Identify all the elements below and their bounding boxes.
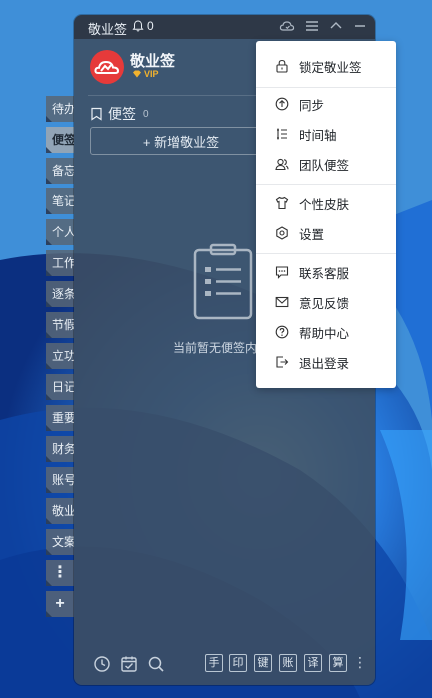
menu-item-sync[interactable]: 同步 (256, 90, 396, 118)
settings-icon (276, 226, 288, 240)
titlebar-controls (279, 18, 367, 34)
calendar-check-icon[interactable] (120, 655, 138, 673)
translate-tool-button[interactable]: 译 (304, 654, 322, 672)
bookmark-icon (91, 107, 102, 121)
add-note-button[interactable]: + 新增敬业签 (90, 127, 272, 155)
menu-separator (256, 253, 396, 254)
bell-icon (132, 20, 144, 32)
menu-separator (256, 87, 396, 88)
keyboard-tool-button[interactable]: 键 (254, 654, 272, 672)
section-header: 便签 0 (90, 104, 149, 124)
menu-item-help[interactable]: 帮助中心 (256, 318, 396, 346)
search-icon[interactable] (147, 655, 165, 673)
vip-label: VIP (144, 69, 159, 79)
menu-label: 时间轴 (299, 128, 337, 143)
menu-label: 设置 (299, 227, 325, 242)
tab-holiday[interactable]: 节假 (46, 312, 74, 338)
diamond-icon (133, 70, 141, 78)
calculator-tool-button[interactable]: 算 (329, 654, 347, 672)
tab-diary[interactable]: 日记 (46, 374, 74, 400)
cloud-sync-icon[interactable] (279, 18, 295, 34)
menu-label: 意见反馈 (299, 296, 350, 311)
menu-separator (256, 184, 396, 185)
print-tool-button[interactable]: 印 (229, 654, 247, 672)
mail-icon (275, 296, 289, 308)
team-icon (275, 158, 289, 171)
menu-label: 个性皮肤 (299, 197, 350, 212)
tab-work[interactable]: 工作 (46, 250, 74, 276)
menu-item-team[interactable]: 团队便签 (256, 150, 396, 178)
menu-label: 团队便签 (299, 158, 350, 173)
menu-label: 锁定敬业签 (299, 60, 362, 75)
profile-name: 敬业签 (130, 53, 176, 70)
logout-icon (276, 356, 289, 368)
menu-label: 联系客服 (299, 266, 350, 281)
lock-icon (276, 59, 288, 73)
tab-jingye[interactable]: 敬业 (46, 498, 74, 524)
collapse-icon[interactable] (329, 18, 343, 34)
tab-todo[interactable]: 待办 (46, 96, 74, 122)
tab-more-button[interactable]: ⋮ (46, 560, 74, 586)
title-bar: 敬业签 0 (74, 15, 375, 39)
tab-copywriting[interactable]: 文案 (46, 529, 74, 555)
bottom-toolbar: 手 印 键 账 译 算 ⋮ (74, 649, 375, 679)
tab-notebook[interactable]: 笔记 (46, 188, 74, 214)
tab-finance[interactable]: 财务 (46, 436, 74, 462)
tab-merit[interactable]: 立功 (46, 343, 74, 369)
tab-itemized[interactable]: 逐条 (46, 281, 74, 307)
menu-label: 帮助中心 (299, 326, 350, 341)
menu-item-skin[interactable]: 个性皮肤 (256, 189, 396, 217)
ledger-tool-button[interactable]: 账 (279, 654, 297, 672)
chat-icon (275, 266, 289, 279)
handwriting-tool-button[interactable]: 手 (205, 654, 223, 672)
menu-label: 同步 (299, 98, 325, 113)
skin-icon (275, 196, 289, 210)
empty-message: 当前暂无便签内容 (173, 341, 270, 355)
section-count: 0 (143, 108, 149, 120)
clipboard-icon (193, 243, 253, 320)
menu-item-lock[interactable]: 锁定敬业签 (256, 52, 396, 80)
menu-item-support[interactable]: 联系客服 (256, 258, 396, 286)
menu-item-logout[interactable]: 退出登录 (256, 348, 396, 376)
clock-icon[interactable] (93, 655, 111, 673)
menu-item-settings[interactable]: 设置 (256, 219, 396, 247)
menu-icon[interactable] (305, 18, 319, 34)
menu-item-feedback[interactable]: 意见反馈 (256, 288, 396, 316)
timeline-icon (277, 128, 287, 140)
avatar[interactable] (90, 50, 124, 84)
vip-badge: VIP (132, 69, 159, 79)
tab-account[interactable]: 账号 (46, 467, 74, 493)
menu-item-timeline[interactable]: 时间轴 (256, 120, 396, 148)
menu-label: 退出登录 (299, 356, 350, 371)
tab-memo[interactable]: 备忘 (46, 158, 74, 184)
section-title: 便签 (108, 106, 136, 122)
sync-icon (275, 97, 289, 111)
cloud-logo-icon (94, 60, 120, 74)
tab-personal[interactable]: 个人 (46, 219, 74, 245)
app-title: 敬业签 (88, 22, 128, 37)
help-icon (275, 325, 289, 339)
tab-notes[interactable]: 便签 (46, 127, 74, 153)
dropdown-menu: 锁定敬业签 同步 时间轴 团队便签 个性皮肤 设置 联系客服 意见反馈 帮助中心… (256, 41, 396, 388)
minimize-icon[interactable] (353, 18, 367, 34)
tab-important[interactable]: 重要 (46, 405, 74, 431)
reminder-indicator[interactable]: 0 (132, 19, 154, 33)
reminder-count: 0 (147, 19, 154, 33)
tab-add-button[interactable]: + (46, 591, 74, 617)
more-tools-icon[interactable]: ⋮ (353, 655, 367, 669)
